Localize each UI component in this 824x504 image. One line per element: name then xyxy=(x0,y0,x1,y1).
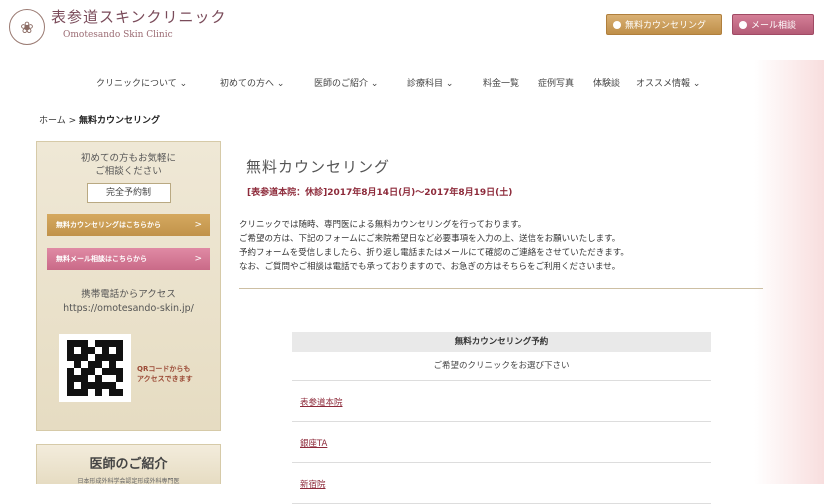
clinic-logo[interactable]: ❀ 表参道スキンクリニック Omotesando Skin Clinic xyxy=(9,9,227,45)
mobile-access-heading: 携帯電話からアクセス xyxy=(81,289,176,300)
description-line: 予約フォームを受信しましたら、折り返し電話またはメールにて確認のご連絡をさせてい… xyxy=(239,248,629,258)
logo-emblem-icon: ❀ xyxy=(9,9,45,45)
qr-code-icon xyxy=(67,340,123,396)
form-title: 無料カウンセリング予約 xyxy=(292,332,711,352)
mail-consult-label: メール相談 xyxy=(751,21,797,31)
breadcrumb: ホーム > 無料カウンセリング xyxy=(39,113,160,126)
free-counseling-button[interactable]: 無料カウンセリング xyxy=(606,14,722,35)
free-counseling-label: 無料カウンセリング xyxy=(625,21,707,31)
divider xyxy=(239,288,763,289)
circle-arrow-icon xyxy=(613,20,621,29)
intro-description: クリニックでは随時、専門医による無料カウンセリングを行っております。 ご希望の方… xyxy=(239,218,629,274)
description-line: なお、ご質問やご相談は電話でも承っておりますので、お急ぎの方はそちらをご利用くだ… xyxy=(239,262,621,272)
sidebar-doctors-panel[interactable]: 医師のご紹介 日本形成外科学会認定形成外科専門医 xyxy=(36,444,221,485)
nav-item-first-visit[interactable]: 初めての方へ ⌄ xyxy=(220,76,284,89)
breadcrumb-home-link[interactable]: ホーム xyxy=(39,116,66,126)
nav-item-label: オススメ情報 xyxy=(636,79,691,89)
clinic-option-ginza: 銀座TA xyxy=(292,422,711,463)
clinic-link[interactable]: 新宿院 xyxy=(300,478,326,490)
nav-item-treatments[interactable]: 診療科目 ⌄ xyxy=(407,76,453,89)
nav-item-recommendations[interactable]: オススメ情報 ⌄ xyxy=(636,76,700,89)
reservation-form: 無料カウンセリング予約 ご希望のクリニックをお選び下さい 表参道本院 銀座TA … xyxy=(292,332,711,504)
nav-item-about-clinic[interactable]: クリニックについて ⌄ xyxy=(96,76,187,89)
description-line: クリニックでは随時、専門医による無料カウンセリングを行っております。 xyxy=(239,220,527,230)
mobile-access-info: 携帯電話からアクセス https://omotesando-skin.jp/ xyxy=(37,288,220,316)
nav-item-doctors[interactable]: 医師のご紹介 ⌄ xyxy=(314,76,378,89)
main-navigation: クリニックについて ⌄ 初めての方へ ⌄ 医師のご紹介 ⌄ 診療科目 ⌄ 料金一… xyxy=(0,76,824,92)
description-line: ご希望の方は、下記のフォームにご来院希望日など必要事項を入力の上、送信をお願いい… xyxy=(239,234,621,244)
circle-arrow-icon xyxy=(739,20,747,29)
closure-notice: [表参道本院：休診]2017年8月14日(月)～2017年8月19日(土) xyxy=(247,188,513,198)
form-instruction: ご希望のクリニックをお選び下さい xyxy=(292,352,711,381)
mobile-access-url[interactable]: https://omotesando-skin.jp/ xyxy=(37,302,220,316)
logo-english-name: Omotesando Skin Clinic xyxy=(63,30,173,40)
sidebar-contact-panel: 初めての方もお気軽に ご相談ください 完全予約制 無料カウンセリングはこちらから… xyxy=(36,141,221,431)
sidebar-intro-line1: 初めての方もお気軽に xyxy=(80,153,176,164)
right-background-gradient xyxy=(754,60,824,484)
sidebar-intro: 初めての方もお気軽に ご相談ください xyxy=(37,152,220,178)
clinic-option-omotesando: 表参道本院 xyxy=(292,381,711,422)
sidebar-intro-line2: ご相談ください xyxy=(95,166,162,177)
mail-consult-button[interactable]: メール相談 xyxy=(732,14,814,35)
doctors-panel-title: 医師のご紹介 xyxy=(89,457,168,472)
nav-item-prices[interactable]: 料金一覧 xyxy=(483,76,519,89)
qr-code-caption: QRコードからも アクセスできます xyxy=(137,364,193,384)
nav-item-label: 医師のご紹介 xyxy=(314,79,369,89)
qr-code-image xyxy=(59,334,131,402)
breadcrumb-separator: > xyxy=(68,116,77,126)
sidebar-mail-label: 無料メール相談はこちらから xyxy=(56,255,147,263)
chevron-right-icon: > xyxy=(194,254,202,264)
nav-item-case-photos[interactable]: 症例写真 xyxy=(538,76,574,89)
reservation-only-badge: 完全予約制 xyxy=(86,183,171,203)
chevron-right-icon: > xyxy=(194,220,202,230)
page-title: 無料カウンセリング xyxy=(246,158,391,176)
nav-item-label: 初めての方へ xyxy=(220,79,275,89)
nav-item-label: 診療科目 xyxy=(407,79,444,89)
sidebar-counseling-label: 無料カウンセリングはこちらから xyxy=(56,221,161,229)
qr-caption-line1: QRコードからも xyxy=(137,365,191,373)
qr-caption-line2: アクセスできます xyxy=(137,375,193,383)
clinic-link[interactable]: 表参道本院 xyxy=(300,396,343,408)
nav-item-label: クリニックについて xyxy=(96,79,177,89)
logo-japanese-name: 表参道スキンクリニック xyxy=(51,8,227,26)
sidebar-mail-button[interactable]: 無料メール相談はこちらから > xyxy=(47,248,210,270)
clinic-link[interactable]: 銀座TA xyxy=(300,437,327,449)
nav-item-testimonials[interactable]: 体験談 xyxy=(593,76,620,89)
breadcrumb-current: 無料カウンセリング xyxy=(79,116,161,126)
sidebar-counseling-button[interactable]: 無料カウンセリングはこちらから > xyxy=(47,214,210,236)
